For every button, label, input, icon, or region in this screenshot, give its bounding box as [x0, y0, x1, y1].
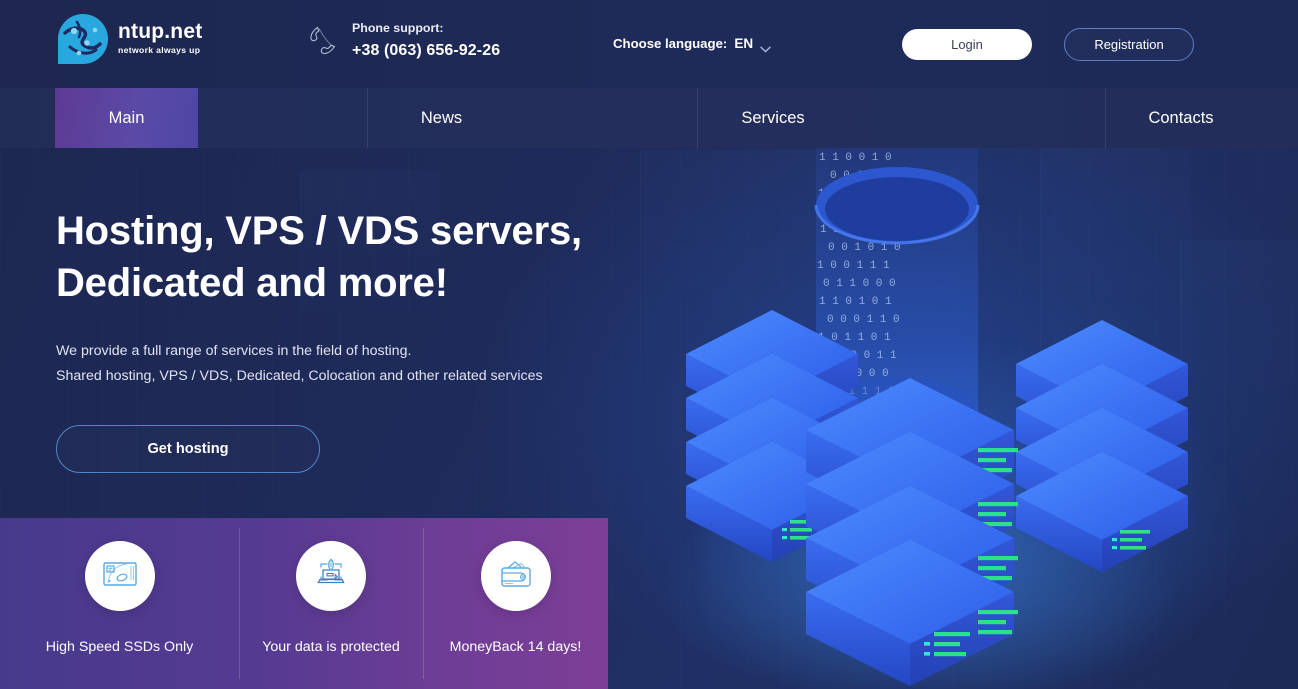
landing-page: ntup.net network always up Phone support… [0, 0, 1298, 689]
svg-text:1 0 0 1 1 1: 1 0 0 1 1 1 [817, 260, 890, 272]
wallet-money-icon [499, 559, 533, 594]
nav-item-main[interactable]: Main [55, 88, 198, 148]
get-hosting-button[interactable]: Get hosting [56, 425, 320, 473]
svg-text:0 0 0 1 1 0: 0 0 0 1 1 0 [827, 314, 900, 326]
nav-item-label: Main [108, 108, 145, 127]
logo-title: ntup.net [118, 20, 203, 44]
registration-button[interactable]: Registration [1064, 28, 1194, 61]
feature-label: Your data is protected [262, 639, 400, 655]
laptop-shield-protection-icon [315, 558, 347, 595]
language-label: Choose language: [613, 36, 728, 51]
nav-item-contacts[interactable]: Contacts [1106, 88, 1256, 148]
main-navigation: Main News Services Contacts [0, 88, 1298, 148]
feature-icon-wrap [296, 541, 366, 611]
site-logo[interactable]: ntup.net network always up [57, 13, 202, 65]
svg-text:1 1 0 1 0 1: 1 1 0 1 0 1 [819, 296, 892, 308]
svg-text:0 1 1 0 0 0: 0 1 1 0 0 0 [823, 278, 896, 290]
feature-icon-wrap [84, 541, 155, 611]
phone-handset-icon [308, 24, 338, 58]
hero-subtitle-line-2: Shared hosting, VPS / VDS, Dedicated, Co… [56, 368, 543, 384]
feature-label: High Speed SSDs Only [45, 639, 194, 655]
login-button[interactable]: Login [902, 29, 1032, 60]
nav-gap-2 [515, 88, 697, 148]
nav-item-news[interactable]: News [368, 88, 515, 148]
nav-item-services[interactable]: Services [698, 88, 848, 148]
hero-illustration: 1 0 0 1 1 0 0 1 1 0 0 1 1 1 0 0 1 0 0 0 … [620, 110, 1280, 689]
hero-title-line-2: Dedicated and more! [56, 261, 448, 305]
site-header: ntup.net network always up Phone support… [0, 0, 1298, 88]
feature-label: MoneyBack 14 days! [449, 639, 582, 655]
hero-title-line-1: Hosting, VPS / VDS servers, [56, 209, 582, 253]
globe-network-icon [57, 13, 109, 65]
hero-subtitle: We provide a full range of services in t… [56, 339, 582, 389]
feature-icon-wrap [480, 541, 551, 611]
page-title: Hosting, VPS / VDS servers, Dedicated an… [56, 205, 582, 309]
ssd-drive-icon [102, 561, 137, 592]
nav-item-label: Contacts [1148, 108, 1214, 127]
hero-section: Hosting, VPS / VDS servers, Dedicated an… [56, 205, 582, 473]
nav-gap-3 [848, 88, 1105, 148]
feature-card-protection[interactable]: Your data is protected [239, 518, 423, 689]
nav-left-pad [0, 88, 55, 148]
nav-gap-1 [198, 88, 367, 148]
chevron-down-icon [760, 40, 771, 53]
nav-item-label: Services [741, 108, 805, 127]
phone-support: Phone support: +38 (063) 656-92-26 [308, 22, 500, 59]
language-value: EN [734, 36, 754, 51]
nav-item-label: News [420, 108, 463, 127]
feature-card-ssd[interactable]: High Speed SSDs Only [0, 518, 239, 689]
phone-support-label: Phone support: [352, 21, 444, 35]
feature-highlights: High Speed SSDs Only Your data is protec… [0, 518, 608, 689]
nav-right-pad [1256, 88, 1298, 148]
logo-tagline: network always up [118, 45, 201, 56]
language-selector[interactable]: Choose language: EN [613, 36, 771, 53]
svg-text:1 1 0 0 1 0: 1 1 0 0 1 0 [819, 152, 892, 164]
feature-card-moneyback[interactable]: MoneyBack 14 days! [423, 518, 608, 689]
phone-number[interactable]: +38 (063) 656-92-26 [352, 43, 500, 59]
hero-subtitle-line-1: We provide a full range of services in t… [56, 343, 412, 359]
